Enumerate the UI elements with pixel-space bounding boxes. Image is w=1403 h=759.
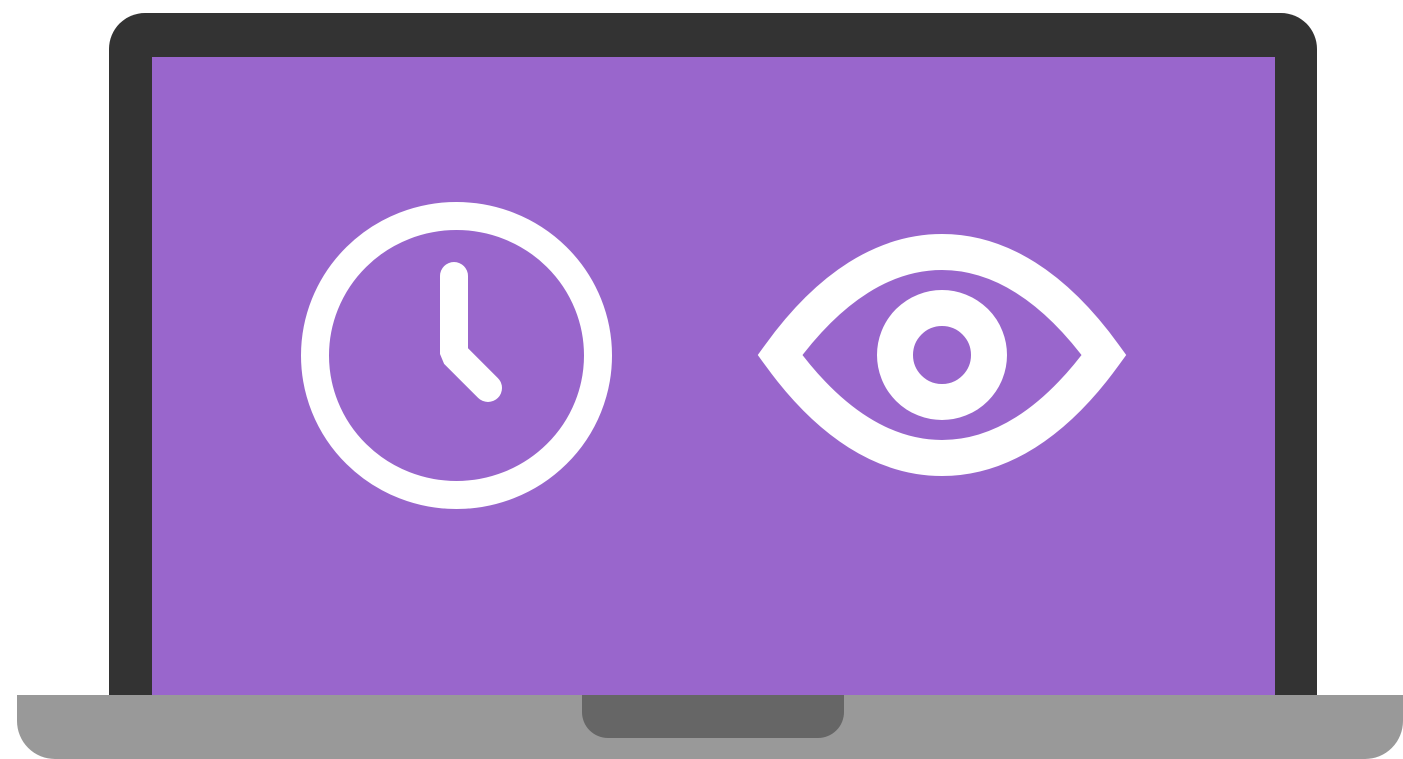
laptop-notch [582, 695, 844, 738]
eye-icon [757, 233, 1127, 477]
laptop-illustration [0, 0, 1403, 759]
clock-icon [301, 202, 612, 509]
